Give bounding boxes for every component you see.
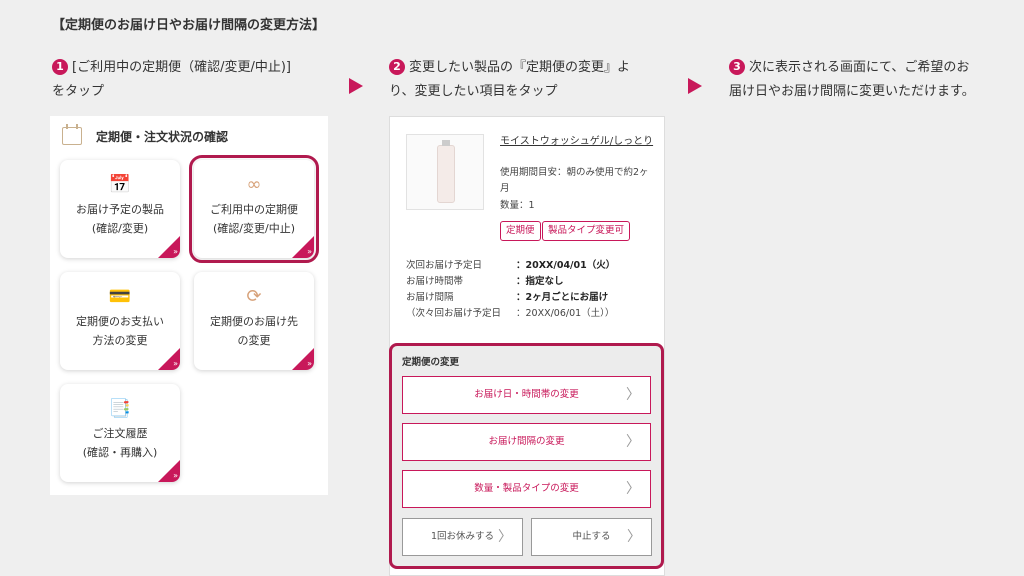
step-text: をタップ <box>52 84 105 99</box>
skip-once-button[interactable]: 1回お休みする 〉 <box>402 518 523 556</box>
step-3: 3 次に表示される画面にて、ご希望のお 届け日やお届け間隔に変更いただけます。 <box>729 56 1019 104</box>
chevron-right-icon: 〉 <box>498 529 512 545</box>
button-label: お届け日・時間帯の変更 <box>474 389 579 400</box>
product-usage: 使用期間目安：朝のみ使用で約2ヶ月 <box>500 167 649 194</box>
step-2: 2 変更したい製品の『定期便の変更』よ り、変更したい項目をタップ <box>389 56 679 104</box>
chevron-right-icon: 〉 <box>627 529 641 545</box>
double-chevron-icon: » <box>173 359 178 368</box>
tile-address-change[interactable]: ⟳ 定期便のお届け先 の変更 » <box>194 272 314 370</box>
chevron-right-icon: 〉 <box>626 387 640 403</box>
type-change-badge: 製品タイプ変更可 <box>542 221 631 241</box>
tile-upcoming-products[interactable]: 📅 お届け予定の製品 (確認/変更) » <box>60 160 180 258</box>
info-row-interval: お届け間隔 ：2ヶ月ごとにお届け <box>406 291 651 305</box>
change-interval-button[interactable]: お届け間隔の変更 〉 <box>402 423 651 461</box>
step-text: 変更したい製品の『定期便の変更』よ <box>409 60 631 75</box>
history-icon: 📑 <box>108 398 132 419</box>
info-value: ：指定なし <box>516 276 564 287</box>
double-chevron-icon: » <box>307 247 312 256</box>
info-row-next-delivery: 次回お届け予定日 ：20XX/04/01（火） <box>406 259 651 273</box>
double-chevron-icon: » <box>307 359 312 368</box>
step-text: [ご利用中の定期便（確認/変更/中止)] <box>72 60 291 75</box>
product-quantity: 数量：1 <box>500 200 535 211</box>
chevron-right-icon: 〉 <box>626 481 640 497</box>
info-value: ：2ヶ月ごとにお届け <box>516 292 609 303</box>
info-row-following-delivery: （次々回お届け予定日 ：20XX/06/01（土）） <box>406 307 651 321</box>
button-label: 中止する <box>572 531 611 542</box>
tile-label: お届け予定の製品 <box>76 203 164 216</box>
button-label: 数量・製品タイプの変更 <box>474 483 579 494</box>
panel-title: 定期便・注文状況の確認 <box>96 129 229 144</box>
calendar-icon: 📅 <box>108 174 132 195</box>
product-name-link[interactable]: モイストウォッシュゲル/しっとり <box>500 133 655 150</box>
step-number: 3 <box>729 59 745 75</box>
arrow-right-icon <box>349 78 363 94</box>
button-label: お届け間隔の変更 <box>488 436 565 447</box>
tile-label: 定期便のお支払い <box>76 315 164 328</box>
section-title: 定期便の変更 <box>402 357 460 368</box>
button-label: 1回お休みする <box>430 531 495 542</box>
subscription-badge: 定期便 <box>500 221 541 241</box>
calendar-icon <box>62 124 82 145</box>
step-text: り、変更したい項目をタップ <box>389 84 558 99</box>
info-value: ：20XX/04/01（火） <box>516 260 616 271</box>
tile-label: ご注文履歴 <box>92 427 148 440</box>
step-number: 2 <box>389 59 405 75</box>
cancel-subscription-button[interactable]: 中止する 〉 <box>531 518 652 556</box>
info-key: （次々回お届け予定日 <box>406 308 502 319</box>
arrow-right-icon <box>688 78 702 94</box>
step-text: 次に表示される画面にて、ご希望のお <box>749 60 970 75</box>
tile-label: ご利用中の定期便 <box>210 203 298 216</box>
subscription-change-section: 定期便の変更 お届け日・時間帯の変更 〉 お届け間隔の変更 〉 数量・製品タイプ… <box>389 343 664 569</box>
change-delivery-date-button[interactable]: お届け日・時間帯の変更 〉 <box>402 376 651 414</box>
step-text: 届け日やお届け間隔に変更いただけます。 <box>729 84 975 99</box>
page-title: 【定期便のお届け日やお届け間隔の変更方法】 <box>52 18 326 33</box>
double-chevron-icon: » <box>173 471 178 480</box>
tile-current-subscription[interactable]: ∞ ご利用中の定期便 (確認/変更/中止) » <box>189 155 319 263</box>
tile-order-history[interactable]: 📑 ご注文履歴 (確認・再購入) » <box>60 384 180 482</box>
panel-header: 定期便・注文状況の確認 <box>62 124 228 148</box>
tile-payment-change[interactable]: 💳 定期便のお支払い 方法の変更 » <box>60 272 180 370</box>
order-status-panel: 定期便・注文状況の確認 📅 お届け予定の製品 (確認/変更) » ∞ ご利用中の… <box>50 116 328 495</box>
change-quantity-type-button[interactable]: 数量・製品タイプの変更 〉 <box>402 470 651 508</box>
infinity-calendar-icon: ∞ <box>246 174 262 195</box>
info-value: ：20XX/06/01（土）） <box>516 308 615 319</box>
payment-icon: 💳 <box>108 286 132 307</box>
double-chevron-icon: » <box>173 247 178 256</box>
tile-label: 定期便のお届け先 <box>210 315 298 328</box>
refresh-box-icon: ⟳ <box>246 286 262 307</box>
step-number: 1 <box>52 59 68 75</box>
info-key: 次回お届け予定日 <box>406 260 483 271</box>
step-1: 1 [ご利用中の定期便（確認/変更/中止)] をタップ <box>52 56 342 104</box>
product-image <box>406 134 484 210</box>
info-row-time-slot: お届け時間帯 ：指定なし <box>406 275 651 289</box>
bottle-icon <box>437 140 455 203</box>
info-key: お届け間隔 <box>406 292 454 303</box>
info-key: お届け時間帯 <box>406 276 464 287</box>
chevron-right-icon: 〉 <box>626 434 640 450</box>
